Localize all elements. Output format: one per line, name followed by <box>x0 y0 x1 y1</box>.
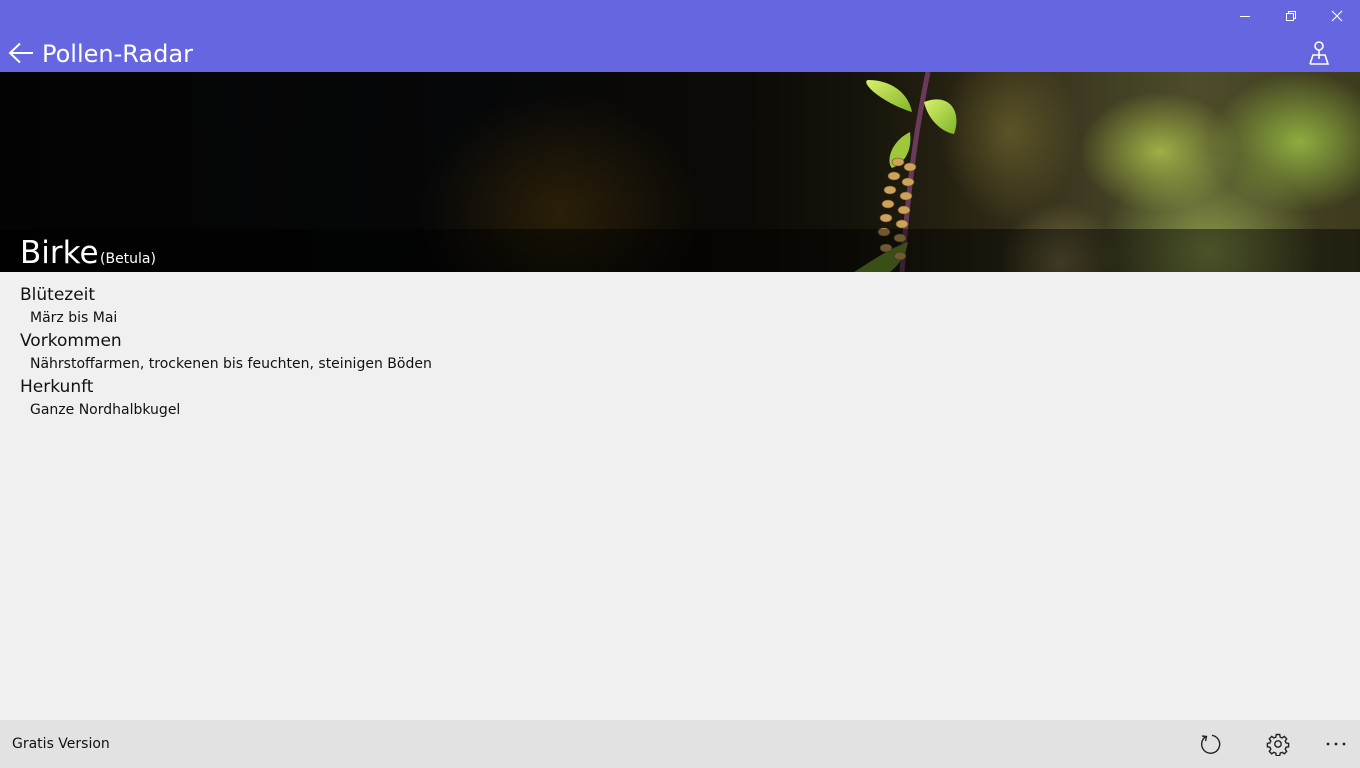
detail-value-bluetezeit: März bis Mai <box>30 310 118 326</box>
bottom-app-bar: Gratis Version <box>0 720 1360 768</box>
detail-title-herkunft: Herkunft <box>20 377 94 397</box>
more-ellipsis-icon <box>1326 742 1346 746</box>
detail-title-bluetezeit: Blütezeit <box>20 285 96 305</box>
minimize-button[interactable] <box>1222 0 1268 32</box>
detail-value-vorkommen: Nährstoffarmen, trockenen bis feuchten, … <box>30 356 432 372</box>
back-arrow-icon <box>8 42 33 64</box>
close-icon <box>1331 10 1343 22</box>
restore-button[interactable] <box>1268 0 1314 32</box>
gear-icon <box>1266 733 1290 756</box>
plant-hero-banner: Birke (Betula) <box>0 72 1360 272</box>
close-button[interactable] <box>1314 0 1360 32</box>
back-button[interactable] <box>6 38 36 68</box>
detail-title-vorkommen: Vorkommen <box>20 331 122 351</box>
plant-name: Birke <box>20 235 99 271</box>
refresh-button[interactable] <box>1186 720 1234 768</box>
minimize-icon <box>1240 16 1250 17</box>
title-bar: Pollen-Radar <box>0 0 1360 72</box>
more-button[interactable] <box>1312 720 1360 768</box>
refresh-icon <box>1200 734 1221 754</box>
detail-value-herkunft: Ganze Nordhalbkugel <box>30 402 181 418</box>
location-map-icon <box>1309 41 1330 65</box>
plant-latin-name: (Betula) <box>100 251 156 267</box>
settings-button[interactable] <box>1254 720 1302 768</box>
hero-caption-band <box>0 229 1360 272</box>
restore-icon <box>1286 11 1296 21</box>
location-button[interactable] <box>1304 38 1334 68</box>
version-label: Gratis Version <box>12 736 110 752</box>
app-title: Pollen-Radar <box>42 40 193 68</box>
plant-details: Blütezeit März bis Mai Vorkommen Nährsto… <box>20 283 432 421</box>
